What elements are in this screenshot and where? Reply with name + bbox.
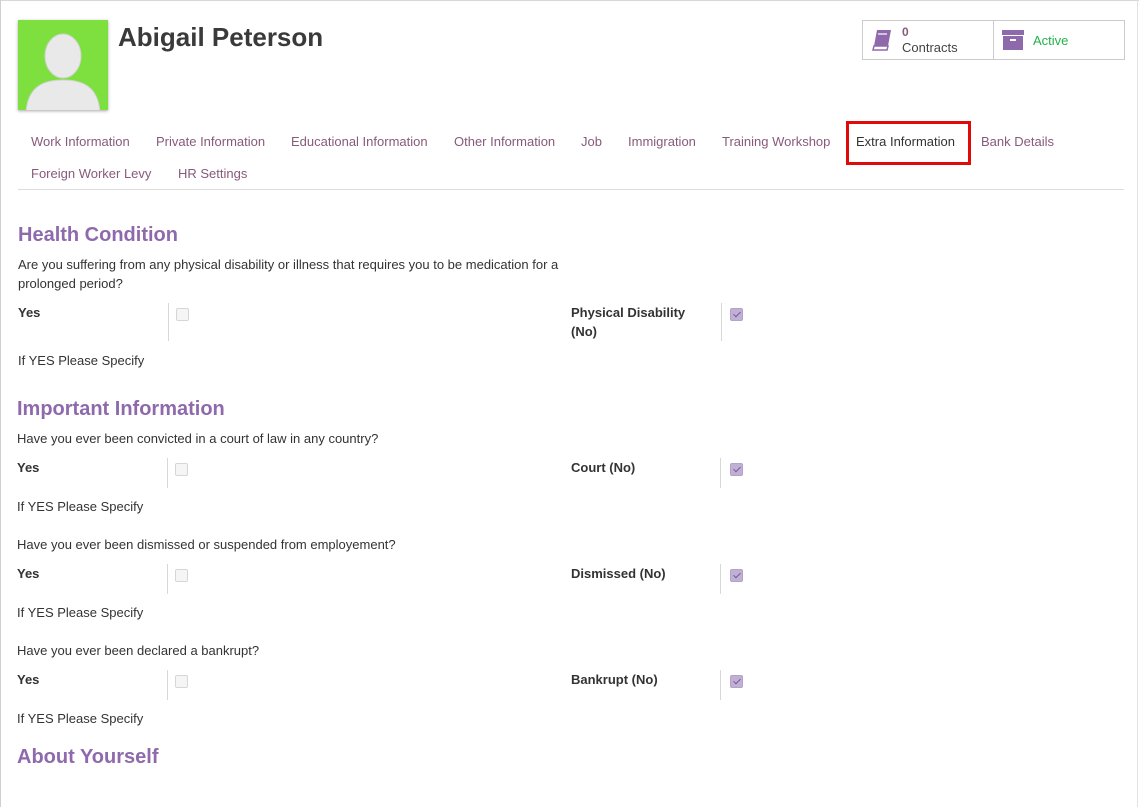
tab-work-information[interactable]: Work Information [31, 134, 130, 149]
health-yes-label: Yes [18, 305, 41, 320]
field-separator [721, 303, 722, 341]
field-separator [167, 458, 168, 488]
tab-educational-information[interactable]: Educational Information [291, 134, 428, 149]
tab-training-workshop[interactable]: Training Workshop [722, 134, 830, 149]
contracts-count: 0 [902, 25, 909, 39]
court-no-checkbox[interactable] [730, 463, 743, 476]
bankrupt-question: Have you ever been declared a bankrupt? [17, 643, 260, 658]
top-border [0, 0, 1139, 4]
physical-disability-label-line2: (No) [571, 324, 597, 339]
employee-avatar[interactable] [18, 20, 108, 110]
court-yes-checkbox[interactable] [175, 463, 188, 476]
field-separator [167, 564, 168, 594]
tab-bank-details[interactable]: Bank Details [981, 134, 1054, 149]
tab-foreign-worker-levy[interactable]: Foreign Worker Levy [31, 166, 151, 181]
dismissed-question: Have you ever been dismissed or suspende… [17, 537, 396, 552]
status-label: Active [1033, 32, 1069, 48]
bankrupt-no-label: Bankrupt (No) [571, 672, 658, 687]
bankrupt-yes-label: Yes [17, 672, 40, 687]
dismissed-no-label: Dismissed (No) [571, 566, 666, 581]
person-silhouette-icon [25, 33, 101, 110]
important-information-title: Important Information [17, 398, 225, 420]
selected-tab-highlight [846, 121, 971, 165]
field-separator [167, 670, 168, 700]
contracts-button[interactable]: 0 Contracts [863, 21, 994, 59]
dismissed-no-checkbox[interactable] [730, 569, 743, 582]
court-specify-label: If YES Please Specify [17, 499, 144, 514]
tab-private-information[interactable]: Private Information [156, 134, 265, 149]
physical-disability-label: Physical Disability (No) [571, 303, 685, 341]
health-condition-title: Health Condition [18, 224, 178, 246]
health-specify-label: If YES Please Specify [18, 353, 145, 368]
archive-box-icon [1002, 30, 1024, 50]
about-yourself-title: About Yourself [17, 746, 159, 768]
tab-hr-settings[interactable]: HR Settings [178, 166, 247, 181]
physical-disability-label-line1: Physical Disability [571, 305, 686, 320]
dismissed-yes-label: Yes [17, 566, 40, 581]
employee-name: Abigail Peterson [118, 22, 324, 52]
dismissed-yes-checkbox[interactable] [175, 569, 188, 582]
right-border [1137, 0, 1138, 807]
field-separator [720, 564, 721, 594]
bankrupt-yes-checkbox[interactable] [175, 675, 188, 688]
field-separator [720, 458, 721, 488]
bankrupt-specify-label: If YES Please Specify [17, 711, 144, 726]
health-question: Are you suffering from any physical disa… [18, 255, 558, 293]
active-toggle-button[interactable]: Active [994, 21, 1068, 59]
bankrupt-no-checkbox[interactable] [730, 675, 743, 688]
health-question-line1: Are you suffering from any physical disa… [18, 257, 559, 272]
court-no-label: Court (No) [571, 460, 636, 475]
health-question-line2: prolonged period? [18, 276, 123, 291]
court-question: Have you ever been convicted in a court … [17, 431, 379, 446]
contracts-label: Contracts [902, 40, 958, 55]
smart-buttons: 0 Contracts Active [862, 20, 1125, 60]
field-separator [168, 303, 169, 341]
tab-immigration[interactable]: Immigration [628, 134, 696, 149]
field-separator [720, 670, 721, 700]
health-yes-checkbox[interactable] [176, 308, 189, 321]
tab-other-information[interactable]: Other Information [454, 134, 555, 149]
court-yes-label: Yes [17, 460, 40, 475]
tab-job[interactable]: Job [581, 134, 602, 149]
left-border [0, 0, 1, 807]
book-icon [872, 30, 891, 51]
physical-disability-no-checkbox[interactable] [730, 308, 743, 321]
dismissed-specify-label: If YES Please Specify [17, 605, 144, 620]
